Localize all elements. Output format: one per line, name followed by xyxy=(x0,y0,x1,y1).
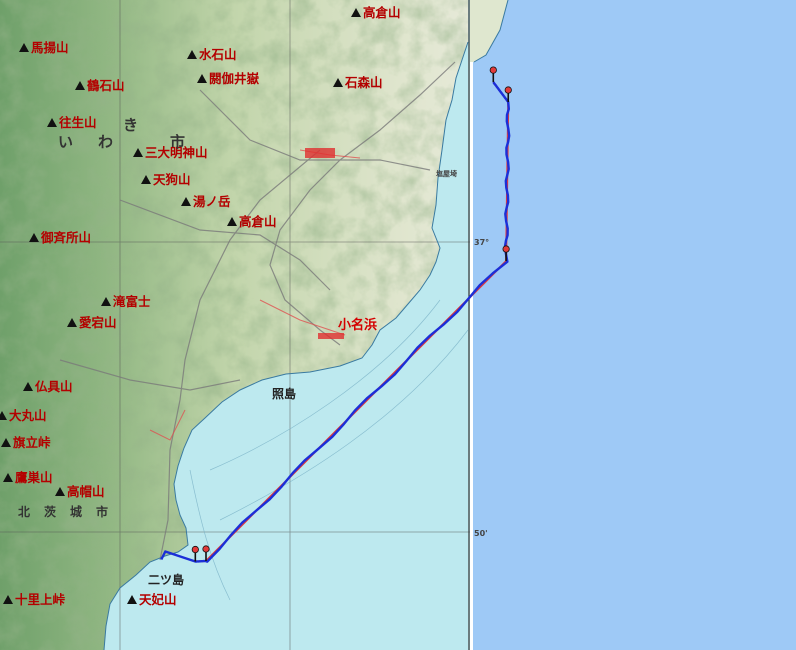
peak-label: 高帽山 xyxy=(67,484,105,499)
city-tint-taira xyxy=(305,148,335,158)
peak-label: 天狗山 xyxy=(153,172,191,187)
peak-label: 天妃山 xyxy=(139,592,177,607)
peak-label: 水石山 xyxy=(199,47,237,62)
peak-label: 石森山 xyxy=(344,75,383,90)
kitaibaraki-char-1: 北 xyxy=(18,504,30,519)
kitaibaraki-char-4: 市 xyxy=(96,504,108,519)
lat-label-37: 37° xyxy=(474,238,489,247)
peak-label: 十里上峠 xyxy=(15,592,66,607)
peak-label: 滝富士 xyxy=(113,294,151,309)
peak-label: 高倉山 xyxy=(239,214,277,229)
island-label-futatsushima: 二ツ島 xyxy=(148,572,184,587)
peak-label: 仏具山 xyxy=(35,379,73,394)
kitaibaraki-char-3: 城 xyxy=(70,504,82,519)
peak-label: 鷹巣山 xyxy=(15,470,53,485)
waypoint-pin-icon[interactable] xyxy=(202,545,210,553)
island-label-teruzaki: 照島 xyxy=(272,386,296,401)
waypoint-pin-icon[interactable] xyxy=(191,545,199,554)
iwaki-char-3: き xyxy=(123,116,138,134)
city-label-onahama: 小名浜 xyxy=(338,317,377,333)
kitaibaraki-char-2: 茨 xyxy=(44,504,56,519)
peak-label: 大丸山 xyxy=(9,408,47,423)
city-tint-onahama xyxy=(318,333,344,339)
lat-label-50: 50' xyxy=(474,529,488,538)
peak-label: 旗立峠 xyxy=(13,435,51,450)
waypoint-pin-icon[interactable] xyxy=(489,66,497,74)
peak-label: 高倉山 xyxy=(363,5,401,20)
peak-label: 閼伽井嶽 xyxy=(209,71,260,86)
waypoint-pin-icon[interactable] xyxy=(504,86,512,94)
cape-label-shioyazaki: 塩屋埼 xyxy=(436,169,457,178)
peak-label: 鶴石山 xyxy=(87,78,125,93)
sheet-margin xyxy=(470,0,473,650)
waypoint-pin-icon[interactable] xyxy=(502,245,510,253)
peak-label: 愛宕山 xyxy=(79,315,117,330)
map-canvas[interactable]: 37° 50' 高倉山馬揚山 水石山閼伽井嶽 石森山鶴石山往生山三大明神山天狗山湯ノ… xyxy=(0,0,796,650)
peak-label: 湯ノ岳 xyxy=(193,194,231,209)
peak-label: 往生山 xyxy=(59,115,97,130)
iwaki-char-2: わ xyxy=(98,133,113,151)
iwaki-char-4: 市 xyxy=(170,133,185,151)
peak-label: 御斉所山 xyxy=(40,230,91,245)
iwaki-char-1: い xyxy=(58,133,73,151)
peak-label: 馬揚山 xyxy=(31,40,69,55)
